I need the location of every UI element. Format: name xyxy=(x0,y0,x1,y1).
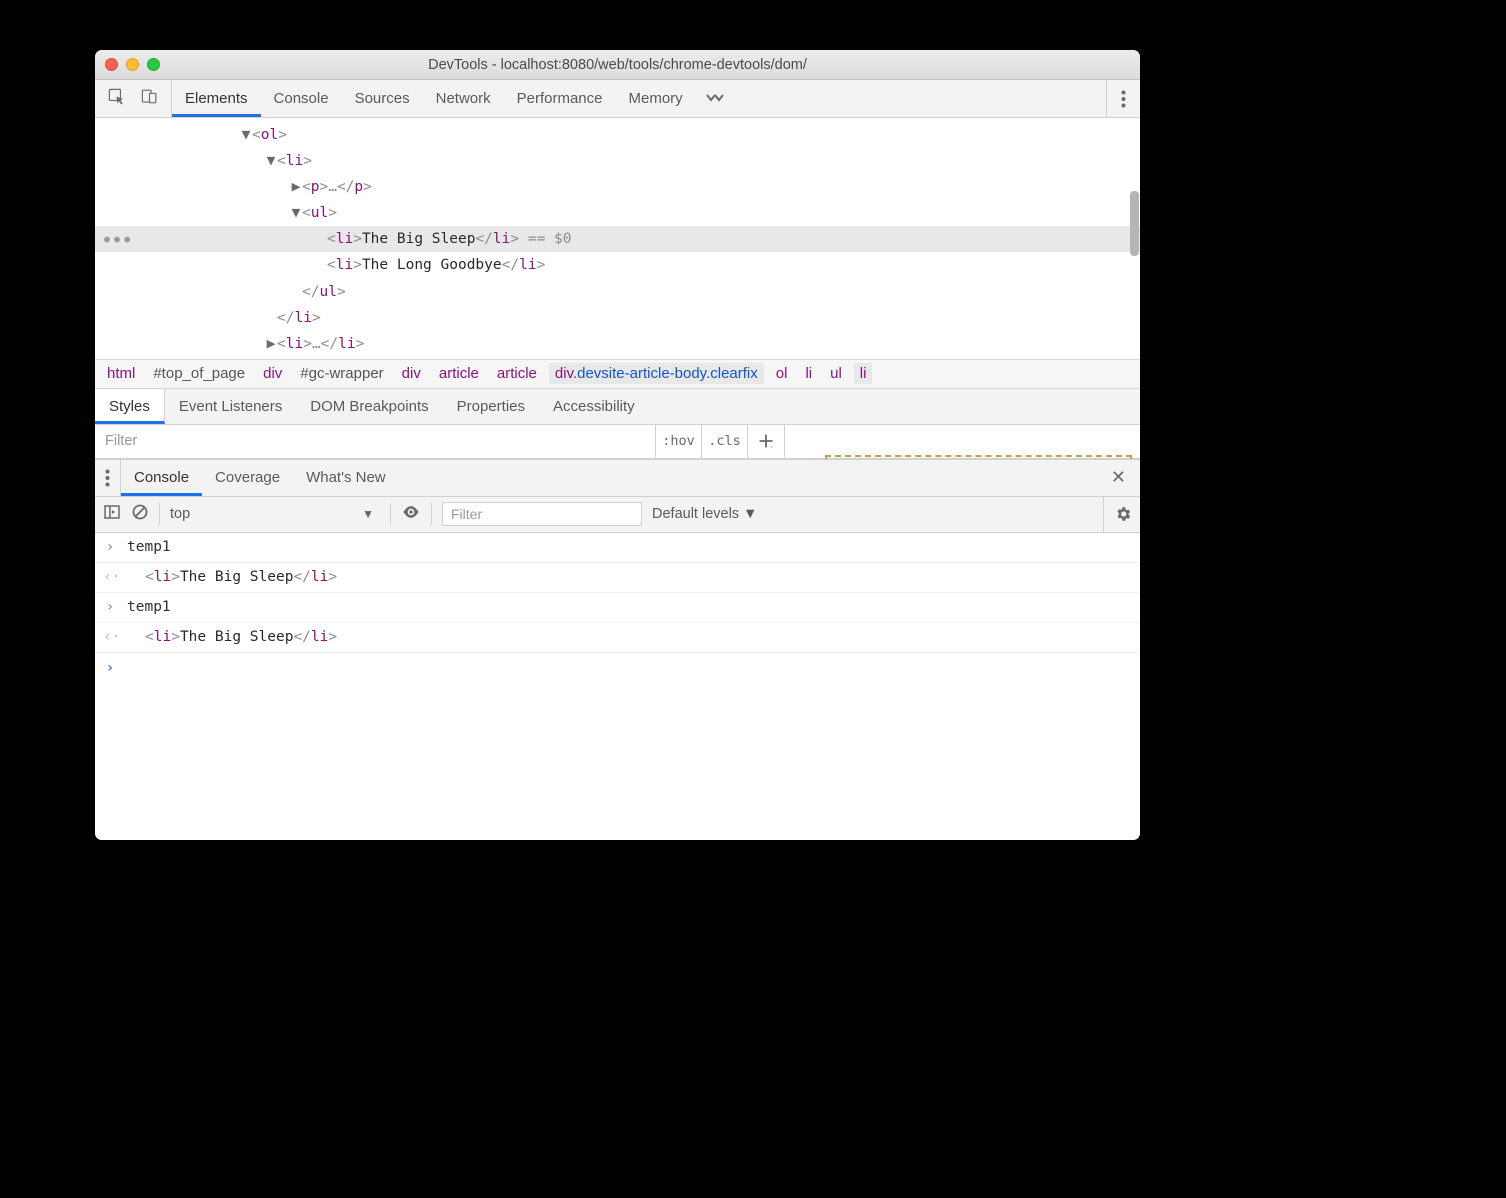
styles-subtabs: StylesEvent ListenersDOM BreakpointsProp… xyxy=(95,389,1140,425)
drawer-tab-what-s-new[interactable]: What's New xyxy=(293,460,399,496)
titlebar: DevTools - localhost:8080/web/tools/chro… xyxy=(95,50,1140,80)
main-tabs: ElementsConsoleSourcesNetworkPerformance… xyxy=(95,80,1140,118)
console-html: <li>The Big Sleep</li> xyxy=(127,569,337,585)
dom-node[interactable]: ▼<ul> xyxy=(95,200,1140,226)
dom-node[interactable]: </ul> xyxy=(95,279,1140,305)
breadcrumb-item[interactable]: li xyxy=(799,363,818,384)
tab-console[interactable]: Console xyxy=(261,80,342,117)
drawer-tab-coverage[interactable]: Coverage xyxy=(202,460,293,496)
tab-network[interactable]: Network xyxy=(423,80,504,117)
console-prompt[interactable]: › xyxy=(95,653,1140,683)
subtab-accessibility[interactable]: Accessibility xyxy=(539,389,649,424)
drawer-tab-console[interactable]: Console xyxy=(121,460,202,496)
hov-toggle[interactable]: :hov xyxy=(656,425,702,458)
execution-context-label: top xyxy=(170,506,190,522)
window-zoom-button[interactable] xyxy=(147,58,160,71)
console-settings-icon[interactable] xyxy=(1103,497,1132,532)
subtab-dom-breakpoints[interactable]: DOM Breakpoints xyxy=(296,389,442,424)
breadcrumb-item[interactable]: ol xyxy=(770,363,794,384)
window-title: DevTools - localhost:8080/web/tools/chro… xyxy=(95,57,1140,73)
console-text: temp1 xyxy=(127,539,171,555)
drawer-tab-list: ConsoleCoverageWhat's New xyxy=(121,460,399,496)
more-tabs-icon[interactable] xyxy=(696,80,734,117)
subtab-styles[interactable]: Styles xyxy=(95,389,165,424)
dom-node[interactable]: ▶<p>…</p> xyxy=(95,174,1140,200)
settings-menu-icon[interactable] xyxy=(1106,80,1140,117)
scrollbar-thumb[interactable] xyxy=(1130,191,1139,256)
breadcrumb[interactable]: html #top_of_page div #gc-wrapper div article… xyxy=(95,359,1140,389)
dom-node[interactable]: </li> xyxy=(95,305,1140,331)
window-close-button[interactable] xyxy=(105,58,118,71)
console-sidebar-toggle-icon[interactable] xyxy=(103,503,121,525)
styles-filter-input[interactable] xyxy=(95,425,656,458)
console-output[interactable]: › temp1 ‹· <li>The Big Sleep</li> › temp1 ‹· <l… xyxy=(95,533,1140,840)
breadcrumb-item[interactable]: ul xyxy=(824,363,848,384)
console-toolbar: top ▼ Default levels ▼ xyxy=(95,497,1140,533)
console-html: <li>The Big Sleep</li> xyxy=(127,629,337,645)
breadcrumb-item[interactable]: div xyxy=(396,363,427,384)
breadcrumb-item[interactable]: li xyxy=(854,363,873,384)
new-style-rule-icon[interactable] xyxy=(748,425,784,458)
breadcrumb-item[interactable]: #gc-wrapper xyxy=(294,363,389,384)
console-filter-input[interactable] xyxy=(442,502,642,526)
subtab-properties[interactable]: Properties xyxy=(443,389,539,424)
drawer-close-icon[interactable]: ✕ xyxy=(1097,467,1140,488)
computed-preview xyxy=(785,425,1140,458)
clear-console-icon[interactable] xyxy=(131,503,149,525)
dom-node[interactable]: ▼<li> xyxy=(95,148,1140,174)
inspect-element-icon[interactable] xyxy=(107,87,126,110)
breadcrumb-item[interactable]: div.devsite-article-body.clearfix xyxy=(549,363,764,384)
console-prompt-arrow-icon: › xyxy=(103,660,117,676)
tab-sources[interactable]: Sources xyxy=(342,80,423,117)
breadcrumb-item[interactable]: #top_of_page xyxy=(147,363,251,384)
console-row: ‹· <li>The Big Sleep</li> xyxy=(95,623,1140,653)
dom-tree[interactable]: ▼<ol>▼<li>▶<p>…</p>▼<ul>•••<li>The Big S… xyxy=(95,118,1140,359)
console-text: temp1 xyxy=(127,599,171,615)
drawer-tabs: ConsoleCoverageWhat's New ✕ xyxy=(95,459,1140,497)
devtools-window: DevTools - localhost:8080/web/tools/chro… xyxy=(95,50,1140,840)
tab-memory[interactable]: Memory xyxy=(616,80,696,117)
dom-node[interactable]: ▼<ol> xyxy=(95,122,1140,148)
styles-filter-row: :hov .cls xyxy=(95,425,1140,459)
live-expression-icon[interactable] xyxy=(401,502,421,526)
window-minimize-button[interactable] xyxy=(126,58,139,71)
traffic-lights xyxy=(95,58,160,71)
subtab-event-listeners[interactable]: Event Listeners xyxy=(165,389,296,424)
main-tab-list: ElementsConsoleSourcesNetworkPerformance… xyxy=(172,80,696,117)
drawer-menu-icon[interactable] xyxy=(95,460,121,496)
dom-node[interactable]: •••<li>The Big Sleep</li> == $0 xyxy=(95,226,1140,252)
console-output-arrow-icon: ‹· xyxy=(103,629,117,645)
dropdown-caret-icon: ▼ xyxy=(362,507,374,521)
tab-elements[interactable]: Elements xyxy=(172,80,261,117)
console-row: › temp1 xyxy=(95,593,1140,623)
dom-node[interactable]: <li>The Long Goodbye</li> xyxy=(95,252,1140,278)
breadcrumb-item[interactable]: html xyxy=(101,363,141,384)
breadcrumb-item[interactable]: div xyxy=(257,363,288,384)
breadcrumb-item[interactable]: article xyxy=(433,363,485,384)
console-input-arrow-icon: › xyxy=(103,539,117,555)
console-output-arrow-icon: ‹· xyxy=(103,569,117,585)
dom-node[interactable]: ▶<li>…</li> xyxy=(95,331,1140,357)
log-levels-select[interactable]: Default levels ▼ xyxy=(652,506,757,522)
cls-toggle[interactable]: .cls xyxy=(702,425,748,458)
console-row: ‹· <li>The Big Sleep</li> xyxy=(95,563,1140,593)
console-input-arrow-icon: › xyxy=(103,599,117,615)
breadcrumb-item[interactable]: article xyxy=(491,363,543,384)
device-toolbar-icon[interactable] xyxy=(140,87,159,110)
console-row: › temp1 xyxy=(95,533,1140,563)
inspect-tools xyxy=(95,80,172,117)
tab-performance[interactable]: Performance xyxy=(504,80,616,117)
log-levels-label: Default levels xyxy=(652,506,739,522)
dropdown-caret-icon: ▼ xyxy=(743,506,757,522)
execution-context-select[interactable]: top ▼ xyxy=(170,506,380,522)
